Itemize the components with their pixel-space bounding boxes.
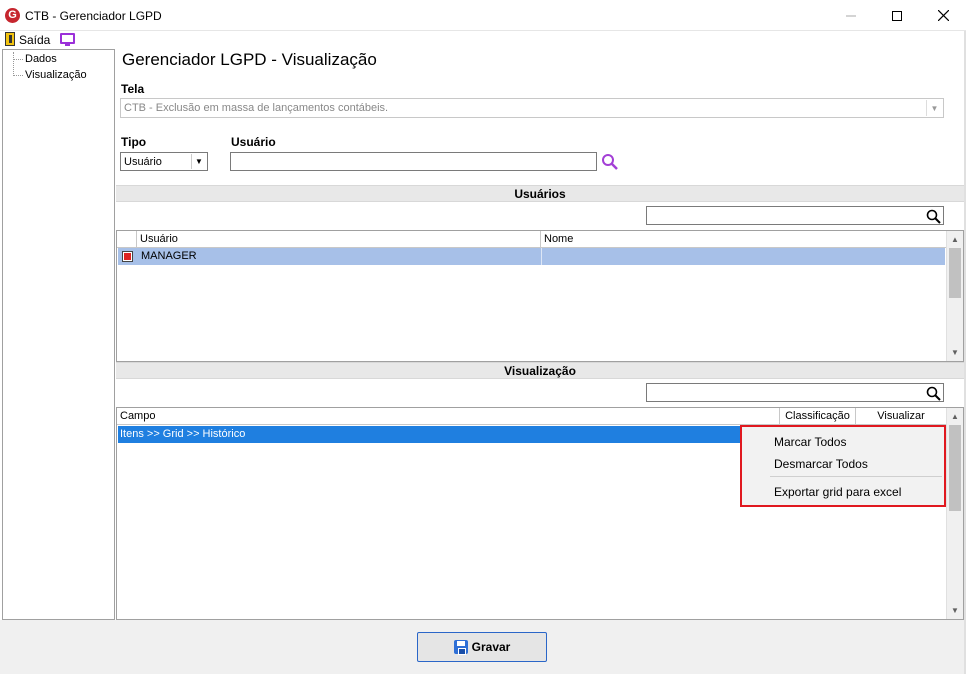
- context-menu: Marcar Todos Desmarcar Todos Exportar gr…: [740, 425, 946, 507]
- title-bar: G CTB - Gerenciador LGPD: [0, 0, 966, 31]
- window-title: CTB - Gerenciador LGPD: [25, 9, 162, 23]
- search-icon[interactable]: [925, 385, 941, 401]
- search-icon[interactable]: [925, 208, 941, 224]
- tela-select[interactable]: CTB - Exclusão em massa de lançamentos c…: [120, 98, 944, 118]
- close-icon: [937, 10, 949, 21]
- column-header-visualizar[interactable]: Visualizar: [856, 408, 946, 425]
- toolbar: [0, 31, 966, 49]
- cell-usuario: MANAGER: [137, 248, 542, 265]
- users-grid-search-input[interactable]: [646, 206, 944, 225]
- tela-selected-value: CTB - Exclusão em massa de lançamentos c…: [124, 102, 389, 114]
- tree-item-dados[interactable]: Dados: [25, 53, 57, 65]
- maximize-icon: [892, 10, 902, 21]
- exit-button[interactable]: Saída: [19, 33, 50, 47]
- tela-label: Tela: [121, 82, 145, 96]
- column-header-usuario[interactable]: Usuário: [137, 231, 541, 248]
- scroll-thumb[interactable]: [949, 425, 961, 511]
- cell-campo: Itens >> Grid >> Histórico: [120, 428, 246, 440]
- tree-connector: [13, 59, 23, 60]
- tipo-selected-value: Usuário: [124, 156, 162, 168]
- scroll-up-icon[interactable]: ▲: [947, 408, 963, 425]
- users-select-column-header: [117, 231, 137, 248]
- tipo-label: Tipo: [121, 135, 147, 149]
- users-grid-scrollbar[interactable]: ▲ ▼: [946, 231, 963, 361]
- scroll-down-icon[interactable]: ▼: [947, 344, 963, 361]
- tree-connector: [13, 52, 14, 74]
- tree-connector: [13, 75, 23, 76]
- exit-door-icon[interactable]: [5, 32, 15, 46]
- close-button[interactable]: [920, 0, 966, 31]
- users-grid: Usuário Nome MANAGER ▲ ▼: [116, 230, 964, 362]
- maximize-button[interactable]: [874, 0, 920, 31]
- scroll-down-icon[interactable]: ▼: [947, 602, 963, 619]
- cell-nome: [542, 248, 546, 265]
- search-user-button[interactable]: [600, 152, 620, 172]
- row-checkbox[interactable]: [122, 251, 133, 262]
- tipo-select[interactable]: Usuário ▼: [120, 152, 208, 171]
- floppy-disk-icon: [453, 640, 468, 655]
- scroll-thumb[interactable]: [949, 248, 961, 298]
- users-grid-header: Usuário Nome: [117, 231, 946, 248]
- save-button[interactable]: Gravar: [417, 632, 547, 662]
- page-title: Gerenciador LGPD - Visualização: [122, 50, 377, 69]
- tree-item-visualizacao[interactable]: Visualização: [25, 69, 87, 81]
- visual-grid-search-input[interactable]: [646, 383, 944, 402]
- menu-item-marcar-todos[interactable]: Marcar Todos: [774, 435, 846, 449]
- column-header-campo[interactable]: Campo: [117, 408, 780, 425]
- visual-section-header: Visualização: [116, 362, 964, 379]
- menu-separator: [770, 476, 942, 477]
- column-header-classificacao[interactable]: Classificação: [780, 408, 856, 425]
- monitor-icon[interactable]: [60, 33, 75, 46]
- scroll-up-icon[interactable]: ▲: [947, 231, 963, 248]
- users-section-header: Usuários: [116, 185, 964, 202]
- app-logo-icon: G: [5, 8, 20, 23]
- visual-grid-scrollbar[interactable]: ▲ ▼: [946, 408, 963, 619]
- usuario-input[interactable]: [230, 152, 597, 171]
- chevron-down-icon[interactable]: ▼: [191, 154, 206, 169]
- visual-grid-header: Campo Classificação Visualizar: [117, 408, 946, 425]
- chevron-down-icon[interactable]: ▼: [926, 100, 942, 116]
- column-header-nome[interactable]: Nome: [541, 231, 946, 248]
- table-row[interactable]: MANAGER: [118, 248, 945, 265]
- menu-item-desmarcar-todos[interactable]: Desmarcar Todos: [774, 457, 868, 471]
- menu-item-exportar-excel[interactable]: Exportar grid para excel: [774, 485, 901, 499]
- search-icon: [602, 154, 618, 170]
- navigation-tree: Dados Visualização: [2, 49, 115, 620]
- save-button-label: Gravar: [471, 640, 511, 654]
- usuario-label: Usuário: [231, 135, 276, 149]
- minimize-icon: [846, 15, 856, 16]
- minimize-button[interactable]: [828, 0, 874, 31]
